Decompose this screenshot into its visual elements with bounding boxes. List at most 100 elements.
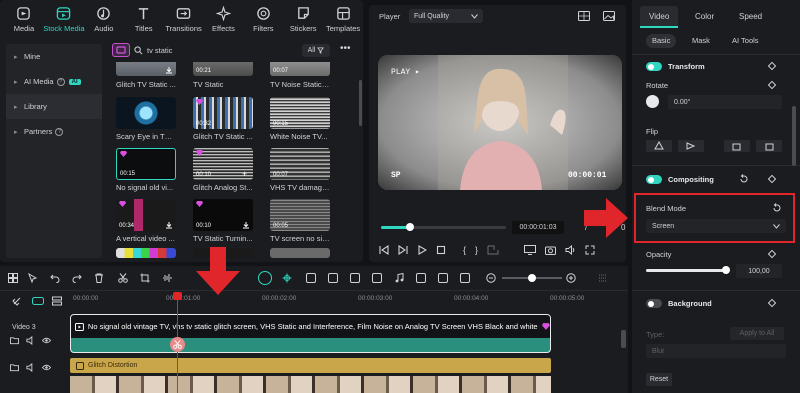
add-icon[interactable]: + — [242, 170, 250, 179]
keyframe-diamond-icon[interactable] — [767, 174, 777, 184]
image-icon[interactable] — [603, 11, 615, 21]
tab-media[interactable]: Media — [4, 0, 44, 38]
media-thumbnail-selected[interactable]: 00:15 — [116, 148, 176, 180]
subtab-basic[interactable]: Basic — [646, 34, 677, 48]
help-icon[interactable]: ? — [55, 127, 64, 136]
play-icon[interactable] — [417, 245, 427, 255]
media-thumbnail[interactable] — [116, 248, 176, 258]
current-time-display[interactable]: 00:00:01:03 — [512, 221, 564, 234]
media-thumbnail[interactable]: 00:10 — [193, 199, 253, 231]
media-scrollbar[interactable] — [359, 80, 362, 126]
nav-item-ai-media[interactable]: ▸ AI Media? AI — [6, 69, 102, 94]
undo-icon[interactable] — [50, 273, 60, 283]
subtab-ai-tools[interactable]: AI Tools — [726, 34, 765, 48]
folder-icon[interactable] — [10, 363, 19, 372]
media-thumbnail[interactable]: 00:15 — [270, 97, 330, 129]
help-icon[interactable]: ? — [56, 77, 65, 86]
audio-mixer-icon[interactable] — [350, 273, 360, 283]
export-frame-icon[interactable] — [487, 245, 499, 255]
fullscreen-icon[interactable] — [585, 245, 595, 255]
rotate-right-button[interactable] — [756, 140, 782, 152]
reset-icon[interactable] — [739, 174, 749, 184]
download-icon[interactable] — [242, 221, 250, 229]
marker-icon[interactable] — [306, 273, 316, 283]
media-thumbnail[interactable] — [270, 248, 330, 258]
motion-track-icon[interactable] — [460, 273, 470, 283]
display-settings-icon[interactable] — [524, 245, 537, 255]
rotate-knob[interactable] — [646, 95, 659, 108]
media-thumbnail[interactable]: 00:07 — [270, 62, 330, 76]
nav-item-mine[interactable]: ▸ Mine — [6, 44, 102, 69]
timeline-effect-clip[interactable]: Glitch Distortion — [70, 358, 551, 373]
keyframe-diamond-icon[interactable] — [767, 80, 777, 90]
blend-mode-dropdown[interactable]: Screen — [646, 219, 786, 233]
crop-icon[interactable] — [140, 273, 150, 283]
playhead-handle[interactable] — [173, 292, 182, 300]
media-thumbnail[interactable] — [116, 62, 176, 76]
tab-audio[interactable]: Audio — [84, 0, 124, 38]
compositing-toggle[interactable] — [646, 175, 662, 184]
layout-grid-icon[interactable] — [8, 273, 18, 283]
ai-tool-button[interactable] — [258, 271, 272, 285]
timeline-scrollbar[interactable] — [621, 330, 626, 348]
speaker-icon[interactable] — [26, 336, 35, 345]
keyframe-icon[interactable] — [438, 273, 448, 283]
media-thumbnail[interactable] — [116, 97, 176, 129]
zoom-out-icon[interactable] — [486, 273, 496, 283]
timeline-video-clip[interactable]: No signal old vintage TV, vhs tv static … — [70, 314, 551, 353]
eye-icon[interactable] — [42, 363, 51, 372]
camera-icon[interactable] — [545, 245, 557, 255]
flip-vertical-button[interactable] — [646, 140, 672, 152]
transform-toggle[interactable] — [646, 62, 662, 71]
reset-button[interactable]: Reset — [646, 373, 672, 386]
player-scrubber[interactable] — [406, 223, 414, 231]
zoom-slider-handle[interactable] — [528, 274, 536, 282]
filter-dropdown[interactable]: All — [302, 44, 330, 57]
subtab-mask[interactable]: Mask — [686, 34, 716, 48]
select-pointer-icon[interactable] — [28, 273, 38, 283]
tab-transitions[interactable]: Transitions — [164, 0, 204, 38]
download-icon[interactable] — [165, 221, 173, 229]
tab-templates[interactable]: Templates — [323, 0, 363, 38]
media-thumbnail[interactable]: 00:34 — [116, 199, 176, 231]
media-thumbnail[interactable]: 00:10 + — [193, 148, 253, 180]
speaker-icon[interactable] — [26, 363, 35, 372]
tab-effects[interactable]: Effects — [204, 0, 244, 38]
scissors-icon[interactable] — [118, 273, 128, 283]
quality-dropdown[interactable]: Full Quality — [409, 9, 483, 23]
stop-icon[interactable] — [436, 245, 446, 255]
tab-color[interactable]: Color — [695, 12, 714, 21]
properties-scrollbar[interactable] — [792, 106, 796, 166]
zoom-in-icon[interactable] — [566, 273, 576, 283]
more-options-icon[interactable]: ••• — [340, 44, 351, 54]
apply-to-all-button[interactable]: Apply to All — [730, 327, 784, 340]
keyframe-diamond-icon[interactable] — [767, 298, 777, 308]
voiceover-icon[interactable] — [328, 273, 338, 283]
video-preview[interactable]: PLAY ▸ SP 00:00:01 — [378, 55, 622, 190]
render-preview-icon[interactable] — [372, 273, 382, 283]
keyframe-diamond-icon[interactable] — [767, 249, 777, 259]
flip-horizontal-button[interactable] — [678, 140, 704, 152]
media-thumbnail[interactable]: 00:21 — [193, 62, 253, 76]
background-toggle[interactable] — [646, 299, 662, 308]
tab-video[interactable]: Video — [649, 12, 669, 21]
media-thumbnail[interactable]: 00:32 — [193, 97, 253, 129]
link-icon[interactable] — [12, 296, 22, 306]
magnet-icon[interactable] — [32, 296, 44, 306]
background-type-dropdown[interactable]: Blur — [646, 344, 786, 358]
delete-icon[interactable] — [94, 273, 104, 283]
timeline-settings-icon[interactable] — [598, 273, 608, 283]
premium-filter-button[interactable] — [112, 43, 130, 57]
rotate-left-button[interactable] — [724, 140, 750, 152]
tab-titles[interactable]: Titles — [124, 0, 164, 38]
track-manager-icon[interactable] — [52, 296, 62, 306]
opacity-slider-handle[interactable] — [722, 266, 730, 274]
opacity-input[interactable]: 100,00 — [736, 264, 782, 278]
redo-icon[interactable] — [72, 273, 82, 283]
tab-filters[interactable]: Filters — [243, 0, 283, 38]
media-thumbnail[interactable]: 00:07 — [270, 148, 330, 180]
split-scissors-button[interactable] — [170, 337, 185, 352]
tab-stock-media[interactable]: Stock Media — [43, 0, 85, 38]
snapshot-grid-icon[interactable] — [578, 11, 590, 21]
eye-icon[interactable] — [42, 336, 51, 345]
